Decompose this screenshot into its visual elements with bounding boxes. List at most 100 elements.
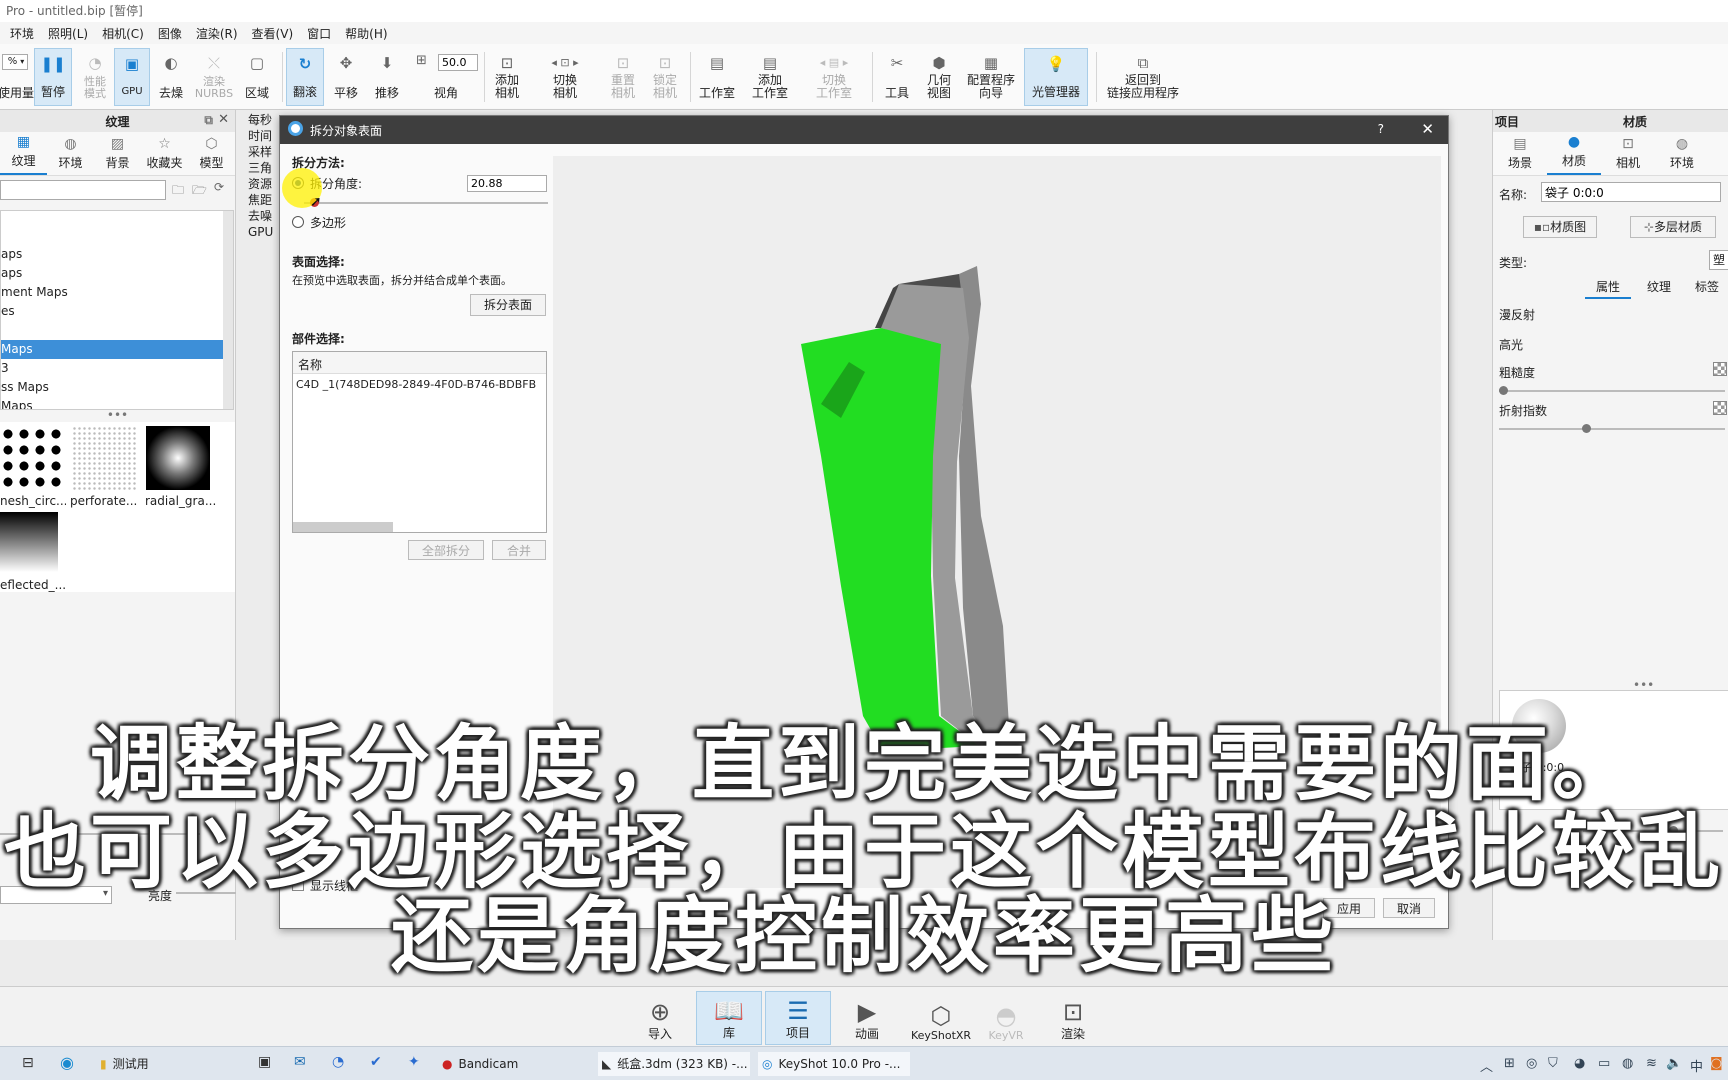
slider-knob[interactable] [1669, 826, 1678, 835]
animation-button[interactable]: ▶ 动画 [834, 991, 900, 1045]
tab-textures[interactable]: ▦ 纹理 [0, 132, 47, 175]
split-all-button[interactable]: 全部拆分 [408, 540, 484, 560]
tumble-button[interactable]: ↻ 翻滚 [286, 48, 324, 106]
menu-camera[interactable]: 相机(C) [102, 25, 144, 41]
list-item[interactable]: aps [1, 264, 233, 283]
list-item-selected[interactable]: Maps [1, 340, 233, 359]
tab-lighting[interactable]: ☼照 [1709, 132, 1728, 175]
render-nurbs-button[interactable]: ⤬ 渲染 NURBS [192, 48, 236, 106]
polygon-radio[interactable] [292, 216, 304, 228]
list-item[interactable]: 3 [1, 359, 233, 378]
list-item[interactable]: ment Maps [1, 283, 233, 302]
taskbar-item-bandicam[interactable]: ● Bandicam [438, 1052, 588, 1076]
list-item[interactable]: aps [1, 245, 233, 264]
edge-browser-icon[interactable]: ◉ [60, 1053, 74, 1072]
library-button[interactable]: 📖 库 [696, 991, 762, 1045]
lock-camera-button[interactable]: ⊡ 锁定 相机 [646, 48, 684, 106]
folder-add-icon[interactable]: 🗁 [192, 181, 207, 202]
return-link-button[interactable]: ⧉ 返回到 链接应用程序 [1102, 48, 1184, 106]
undock-icon[interactable]: ⧉ [204, 113, 213, 128]
region-button[interactable]: ▢ 区域 [238, 48, 276, 106]
split-angle-slider[interactable] [304, 198, 548, 208]
studio-button[interactable]: ▤ 工作室 [694, 48, 740, 106]
slider-knob[interactable] [37, 829, 47, 839]
apply-button[interactable]: 应用 [1323, 898, 1375, 918]
material-name-input[interactable] [1541, 182, 1721, 202]
taskbar-item-keyshot[interactable]: ◎ KeyShot 10.0 Pro -... [758, 1052, 910, 1076]
slider-knob[interactable] [1582, 424, 1591, 433]
tab-models[interactable]: ⬡ 模型 [188, 132, 235, 175]
close-icon[interactable]: ✕ [1421, 120, 1434, 138]
project-button[interactable]: ☰ 项目 [765, 991, 831, 1045]
tab-environment[interactable]: ◍ 环境 [1655, 132, 1709, 175]
refresh-icon[interactable]: ⟳ [214, 180, 224, 194]
texture-slot-icon[interactable] [1713, 362, 1727, 376]
pan-button[interactable]: ✥ 平移 [327, 48, 365, 106]
roughness-slider[interactable] [1499, 386, 1725, 396]
tools-button[interactable]: ✂ 工具 [878, 48, 916, 106]
keyvr-button[interactable]: ◓ KeyVR [973, 991, 1039, 1045]
tray-wifi-icon[interactable]: ≋ [1646, 1056, 1657, 1071]
keyshotxr-button[interactable]: ⬡ KeyShotXR [903, 991, 979, 1045]
light-manager-button[interactable]: 💡 光管理器 [1024, 48, 1088, 106]
menu-environment[interactable]: 环境 [10, 25, 34, 41]
tray-ime-label[interactable]: 中 [1690, 1056, 1703, 1075]
material-graph-button[interactable]: ▪▫材质图 [1523, 216, 1597, 238]
menu-help[interactable]: 帮助(H) [345, 25, 387, 41]
model-preview[interactable] [553, 156, 1441, 888]
split-surface-button[interactable]: 拆分表面 [470, 294, 546, 316]
taskbar-item-rhino[interactable]: ◣ 纸盒.3dm (323 KB) -... [598, 1052, 750, 1076]
tray-app-icon[interactable]: ⊞ [1504, 1056, 1515, 1071]
denoise-button[interactable]: ◐ 去燥 [152, 48, 190, 106]
tray-app-icon[interactable]: ◕ [1574, 1056, 1585, 1071]
library-search-input[interactable] [0, 180, 166, 200]
switch-camera-button[interactable]: ◂ ⊡ ▸ 切换 相机 [534, 48, 596, 106]
store-icon[interactable]: ▣ [258, 1054, 271, 1070]
add-camera-button[interactable]: ⊡ 添加 相机 [488, 48, 526, 106]
show-wireframe-checkbox[interactable] [292, 879, 304, 891]
subtab-texture[interactable]: 纹理 [1639, 278, 1679, 295]
menu-lighting[interactable]: 照明(L) [48, 25, 88, 41]
usage-button[interactable]: % ▾ 使用量 [0, 48, 34, 106]
menu-view[interactable]: 查看(V) [252, 25, 294, 41]
split-angle-input[interactable] [467, 175, 547, 192]
list-item[interactable]: ss Maps [1, 378, 233, 397]
thumbnail-radial-gradient[interactable] [146, 426, 210, 490]
tray-shield-icon[interactable]: ⛉ [1548, 1056, 1558, 1071]
list-item[interactable]: es [1, 302, 233, 321]
thumbnail-perforated[interactable] [72, 426, 136, 490]
reset-camera-button[interactable]: ⊡ 重置 相机 [604, 48, 642, 106]
tab-material[interactable]: ● 材质 [1547, 132, 1601, 175]
percent-select[interactable]: % ▾ [2, 54, 28, 70]
taskbar-item-test[interactable]: ▮ 测试用 [96, 1052, 246, 1076]
tab-favorites[interactable]: ☆ 收藏夹 [141, 132, 188, 175]
dolly-button[interactable]: ⬇ 推移 [368, 48, 406, 106]
fov-input[interactable] [438, 54, 478, 71]
feather-app-icon[interactable]: ✦ [408, 1054, 420, 1070]
add-studio-button[interactable]: ▤ 添加 工作室 [744, 48, 796, 106]
tab-environments[interactable]: ◍ 环境 [47, 132, 94, 175]
refraction-index-slider[interactable] [1499, 424, 1725, 434]
menu-window[interactable]: 窗口 [307, 25, 331, 41]
gpu-button[interactable]: ▣ GPU [114, 48, 150, 106]
close-icon[interactable]: ✕ [218, 112, 229, 127]
thumbnail-mesh-circles[interactable] [0, 426, 64, 490]
app-icon[interactable]: ◔ [332, 1054, 344, 1070]
horizontal-scrollbar[interactable] [293, 522, 393, 532]
tray-volume-icon[interactable]: 🔈 [1666, 1056, 1682, 1071]
list-item[interactable]: Maps [1, 397, 233, 409]
menu-image[interactable]: 图像 [158, 25, 182, 41]
thumbnail-reflected[interactable] [0, 512, 58, 572]
tray-network-icon[interactable]: ◍ [1622, 1056, 1633, 1071]
filter-select[interactable]: ▾ [0, 886, 112, 904]
slider-knob[interactable] [1499, 386, 1508, 395]
config-wizard-button[interactable]: ▦ 配置程序 向导 [962, 48, 1020, 106]
splitter-handle[interactable]: ••• [0, 409, 235, 422]
tray-app-icon[interactable]: ◙ [1710, 1056, 1723, 1071]
geometry-view-button[interactable]: ⬢ 几何 视图 [920, 48, 958, 106]
render-button[interactable]: ⊡ 渲染 [1040, 991, 1106, 1045]
tab-scene[interactable]: ▤ 场景 [1493, 132, 1547, 175]
help-button[interactable]: ? [1378, 122, 1384, 136]
tab-camera[interactable]: ⊡ 相机 [1601, 132, 1655, 175]
multi-material-button[interactable]: ⊹多层材质 [1630, 216, 1716, 238]
